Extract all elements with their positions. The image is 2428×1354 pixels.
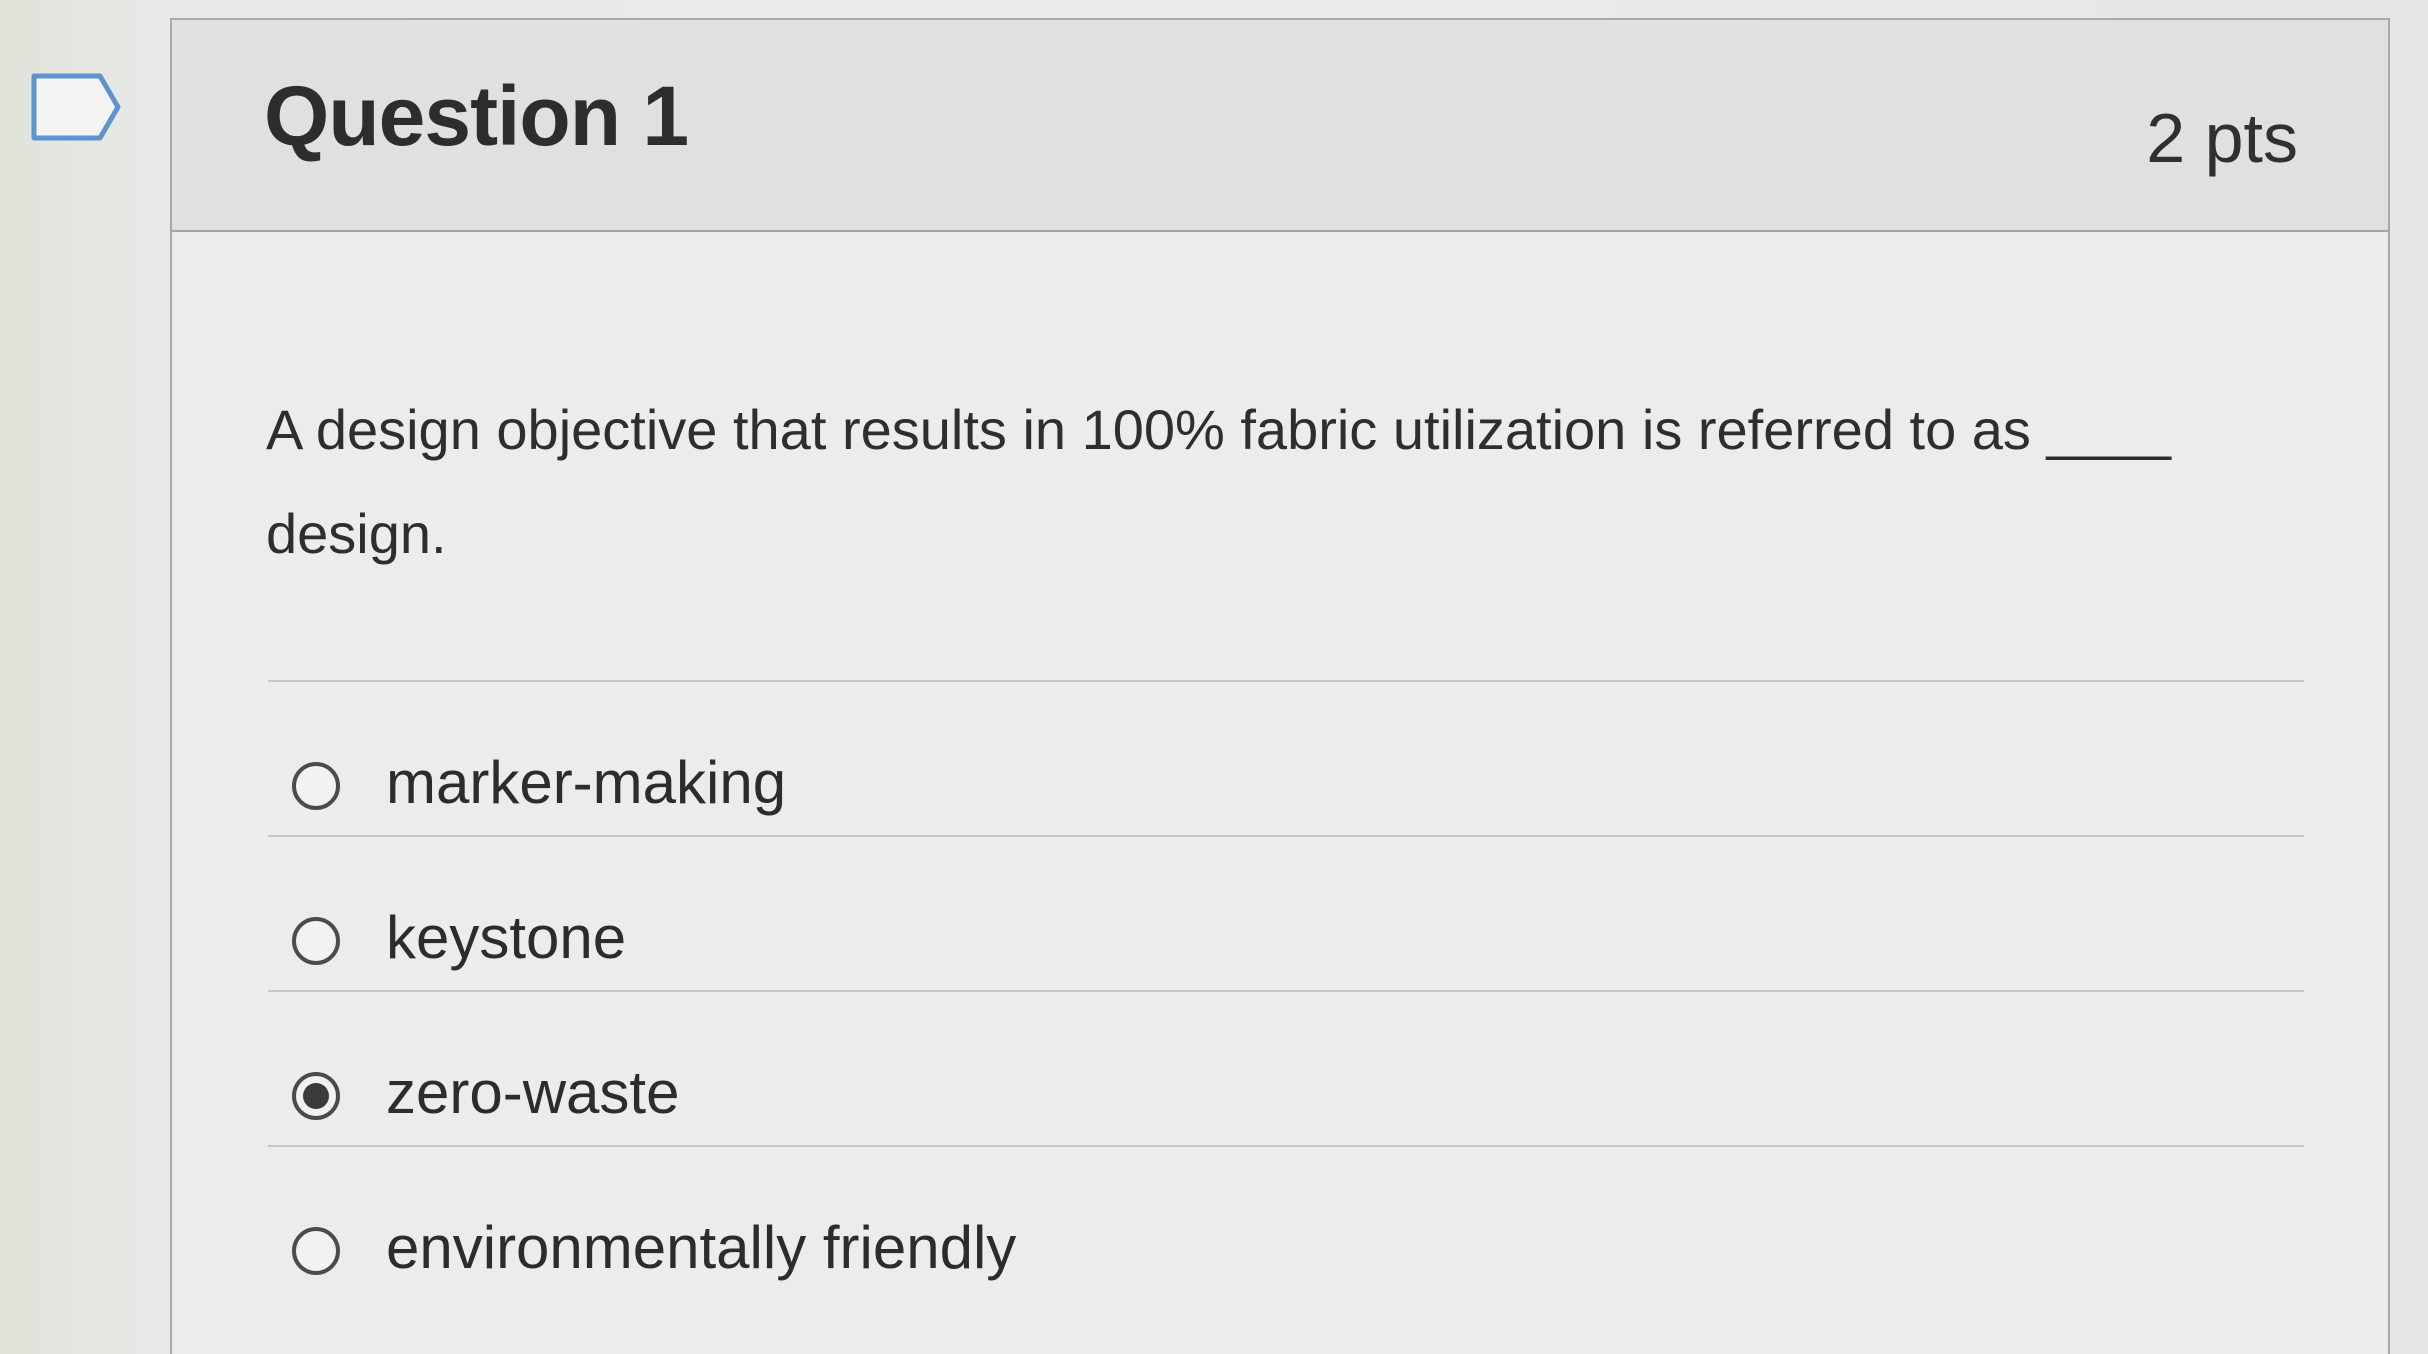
- answer-list: marker-making keystone zero-waste enviro…: [268, 680, 2304, 1302]
- answer-label: keystone: [386, 904, 627, 971]
- question-header: Question 1 2 pts: [172, 20, 2388, 232]
- radio-button-icon[interactable]: [292, 762, 340, 810]
- question-text: A design objective that results in 100% …: [266, 398, 2172, 565]
- answer-label: zero-waste: [386, 1059, 680, 1126]
- quiz-page: Question 1 2 pts A design objective that…: [0, 0, 2428, 1354]
- answer-label: environmentally friendly: [386, 1214, 1017, 1281]
- answer-option-zero-waste[interactable]: zero-waste: [268, 992, 2304, 1147]
- question-card: Question 1 2 pts A design objective that…: [170, 18, 2390, 1354]
- radio-button-icon[interactable]: [292, 1072, 340, 1120]
- flag-question-icon[interactable]: [30, 72, 122, 142]
- answer-option-marker-making[interactable]: marker-making: [268, 682, 2304, 837]
- answer-option-keystone[interactable]: keystone: [268, 837, 2304, 992]
- question-title: Question 1: [264, 69, 689, 163]
- answer-label: marker-making: [386, 749, 787, 816]
- question-points: 2 pts: [2146, 99, 2298, 177]
- radio-button-icon[interactable]: [292, 1227, 340, 1275]
- answer-option-environmentally-friendly[interactable]: environmentally friendly: [268, 1147, 2304, 1302]
- radio-button-icon[interactable]: [292, 917, 340, 965]
